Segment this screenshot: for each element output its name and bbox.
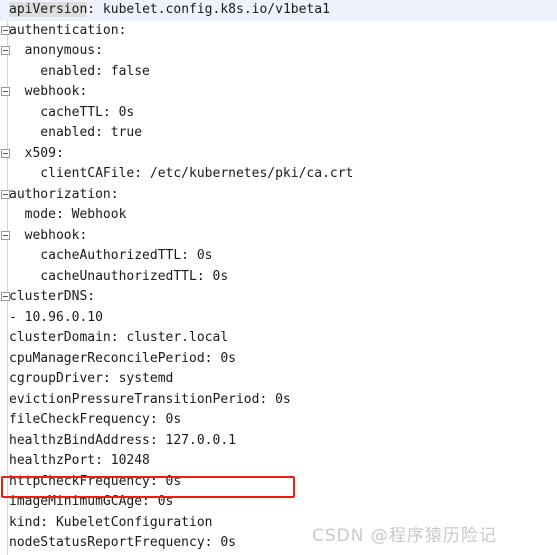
- code-line[interactable]: authentication:: [0, 21, 557, 42]
- screenshot-root: apiVersion: kubelet.config.k8s.io/v1beta…: [0, 0, 557, 555]
- code-line[interactable]: webhook:: [0, 82, 557, 103]
- fold-collapse-icon[interactable]: [1, 292, 10, 301]
- code-line[interactable]: httpCheckFrequency: 0s: [0, 472, 557, 493]
- code-line-text: cacheUnauthorizedTTL: 0s: [9, 268, 229, 284]
- code-line-text: x509:: [9, 145, 64, 161]
- code-line[interactable]: - 10.96.0.10: [0, 308, 557, 329]
- csdn-watermark: CSDN @程序猿历险记: [312, 526, 497, 546]
- code-line-text: enabled: true: [9, 125, 143, 140]
- fold-collapse-icon[interactable]: [1, 25, 10, 35]
- code-line[interactable]: clusterDomain: cluster.local: [0, 328, 557, 349]
- code-line[interactable]: mode: Webhook: [0, 205, 557, 226]
- code-line-text: cpuManagerReconcilePeriod: 0s: [9, 350, 236, 366]
- fold-collapse-icon[interactable]: [1, 230, 10, 240]
- code-line[interactable]: cpuManagerReconcilePeriod: 0s: [0, 349, 557, 370]
- match-highlight: apiVersion: [9, 2, 88, 17]
- code-line-text: healthzBindAddress: 127.0.0.1: [9, 432, 236, 448]
- fold-collapse-icon[interactable]: [1, 87, 10, 96]
- code-line-text: cgroupDriver: systemd: [9, 371, 174, 386]
- code-line-text: authentication:: [9, 22, 127, 38]
- code-line[interactable]: apiVersion: kubelet.config.k8s.io/v1beta…: [0, 0, 557, 21]
- code-line[interactable]: fileCheckFrequency: 0s: [0, 410, 557, 431]
- code-line[interactable]: clusterDNS:: [0, 287, 557, 308]
- code-line[interactable]: enabled: false: [0, 62, 557, 83]
- code-line-text: clusterDomain: cluster.local: [9, 330, 229, 345]
- code-line[interactable]: cacheAuthorizedTTL: 0s: [0, 246, 557, 267]
- code-line-text: evictionPressureTransitionPeriod: 0s: [9, 391, 291, 407]
- fold-collapse-icon[interactable]: [1, 148, 10, 158]
- code-line-text: imageMinimumGCAge: 0s: [9, 494, 174, 509]
- code-line[interactable]: clientCAFile: /etc/kubernetes/pki/ca.crt: [0, 164, 557, 185]
- code-line[interactable]: imageMinimumGCAge: 0s: [0, 492, 557, 513]
- code-line-text: fileCheckFrequency: 0s: [9, 412, 182, 427]
- code-line-text: enabled: false: [9, 63, 150, 79]
- code-line[interactable]: webhook:: [0, 226, 557, 247]
- code-line-text: nodeStatusReportFrequency: 0s: [9, 535, 236, 550]
- code-line-text: authorization:: [9, 186, 119, 202]
- code-line-text: webhook:: [9, 84, 88, 99]
- code-line[interactable]: enabled: true: [0, 123, 557, 144]
- code-line-text: httpCheckFrequency: 0s: [9, 473, 182, 489]
- fold-collapse-icon[interactable]: [1, 46, 10, 55]
- code-line-text: kind: KubeletConfiguration: [9, 514, 213, 530]
- code-line[interactable]: authorization:: [0, 185, 557, 206]
- code-line[interactable]: anonymous:: [0, 41, 557, 62]
- code-line-text: cacheTTL: 0s: [9, 104, 135, 120]
- code-line-text: mode: Webhook: [9, 207, 127, 222]
- code-line[interactable]: cacheTTL: 0s: [0, 103, 557, 124]
- code-line-text: healthzPort: 10248: [9, 453, 150, 468]
- code-line[interactable]: cgroupDriver: systemd: [0, 369, 557, 390]
- code-line[interactable]: x509:: [0, 144, 557, 165]
- code-line[interactable]: healthzBindAddress: 127.0.0.1: [0, 431, 557, 452]
- code-line-text: webhook:: [9, 227, 88, 243]
- code-line[interactable]: evictionPressureTransitionPeriod: 0s: [0, 390, 557, 411]
- code-line-text: apiVersion: kubelet.config.k8s.io/v1beta…: [9, 2, 330, 17]
- code-line[interactable]: cacheUnauthorizedTTL: 0s: [0, 267, 557, 288]
- code-line[interactable]: healthzPort: 10248: [0, 451, 557, 472]
- code-line-text: - 10.96.0.10: [9, 309, 103, 325]
- yaml-code-editor[interactable]: apiVersion: kubelet.config.k8s.io/v1beta…: [0, 0, 557, 555]
- code-line-text: cacheAuthorizedTTL: 0s: [9, 248, 213, 263]
- code-line-text: clusterDNS:: [9, 289, 96, 304]
- fold-collapse-icon[interactable]: [1, 189, 10, 199]
- code-line-text: anonymous:: [9, 43, 103, 58]
- code-line-text: clientCAFile: /etc/kubernetes/pki/ca.crt: [9, 166, 354, 181]
